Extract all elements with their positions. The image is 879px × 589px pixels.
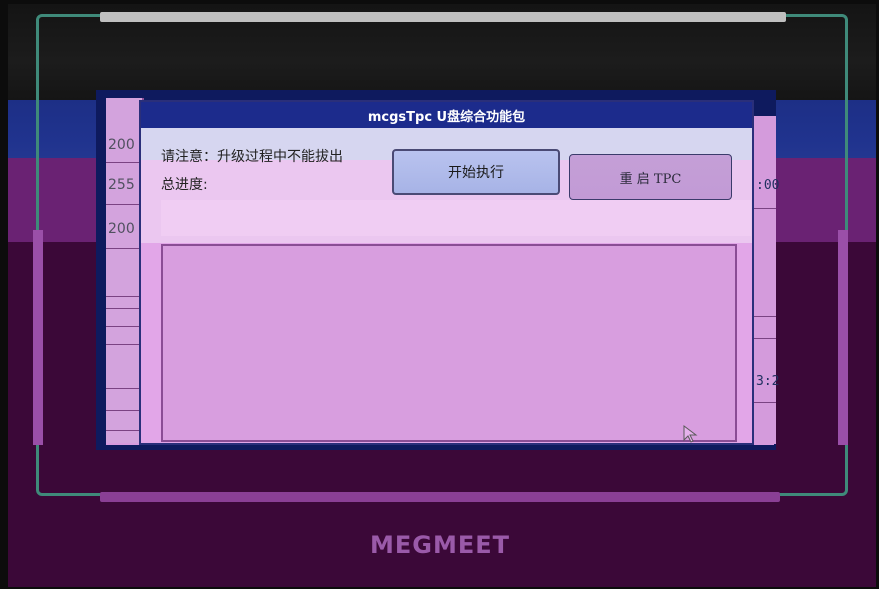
divider (106, 248, 142, 249)
log-output-area (161, 244, 737, 442)
divider (106, 430, 142, 431)
restart-tpc-button[interactable]: 重 启 TPC (569, 154, 732, 200)
time-cell: :00 (756, 178, 780, 193)
time-cell: 3:2 (756, 374, 780, 389)
mouse-cursor-icon (683, 425, 698, 443)
bezel-highlight-top (100, 12, 786, 22)
bezel-edge-right (838, 230, 848, 445)
divider (106, 296, 142, 297)
progress-label: 总进度: (161, 177, 208, 193)
list-cell: 200 (108, 137, 135, 153)
usb-tool-dialog: mcgsTpc U盘综合功能包 请注意：升级过程中不能拔出 总进度: 开始执行 … (139, 100, 754, 445)
divider (106, 204, 142, 205)
divider (106, 344, 142, 345)
bezel-highlight-bottom (100, 492, 780, 502)
divider (106, 410, 142, 411)
start-button[interactable]: 开始执行 (392, 149, 560, 195)
divider (106, 388, 142, 389)
brand-logo: MEGMEET (369, 531, 511, 559)
background-list-right: :00 3:2 (752, 116, 780, 444)
divider (754, 338, 776, 339)
divider (106, 308, 142, 309)
divider (106, 162, 142, 163)
list-cell: 200 (108, 221, 135, 237)
divider (754, 208, 776, 209)
divider (754, 316, 776, 317)
list-cell: 255 (108, 177, 135, 193)
bezel-edge-left (33, 230, 43, 445)
divider (754, 402, 776, 403)
dialog-title: mcgsTpc U盘综合功能包 (141, 102, 752, 128)
warning-text: 请注意：升级过程中不能拔出 (161, 149, 343, 165)
divider (106, 326, 142, 327)
total-progress-bar (161, 200, 751, 236)
